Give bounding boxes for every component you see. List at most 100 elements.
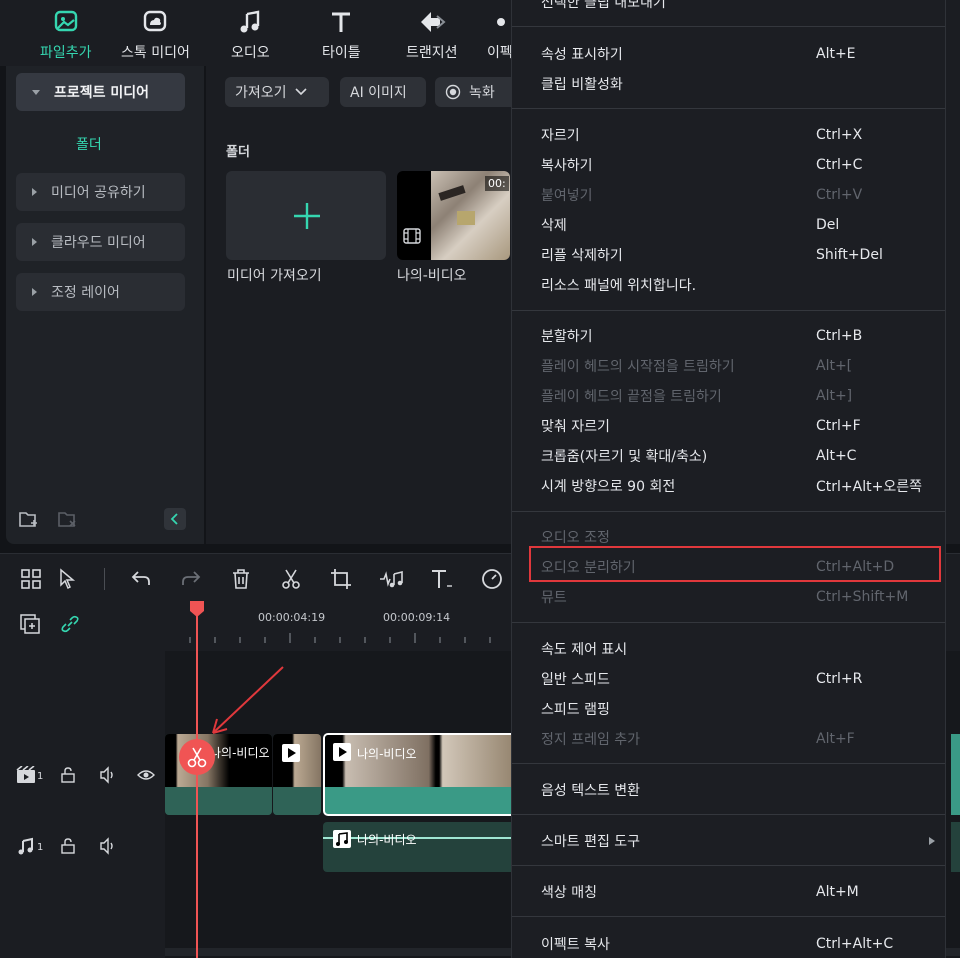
menu-divider (512, 26, 945, 27)
lock-icon[interactable] (59, 837, 77, 855)
video-clip[interactable] (273, 734, 321, 815)
menu-item-shortcut: Del (816, 217, 840, 233)
tab-transitions[interactable]: 트랜지션 (406, 8, 458, 62)
delete-folder-icon[interactable] (58, 510, 78, 528)
expand-arrow-icon (32, 288, 37, 296)
crop-icon[interactable] (330, 568, 352, 590)
collapse-panel-button[interactable] (164, 508, 186, 530)
record-icon (445, 84, 461, 100)
delete-icon[interactable] (230, 568, 252, 590)
menu-item-label: 속성 표시하기 (541, 47, 623, 63)
menu-item-paste: 붙여넣기 Ctrl+V (541, 181, 941, 209)
menu-item-shortcut: Ctrl+Alt+오른쪽 (816, 479, 922, 495)
add-track-icon[interactable] (20, 614, 40, 634)
menu-divider (512, 622, 945, 623)
split-button[interactable] (179, 739, 215, 775)
tab-stock-media[interactable]: 스톡 미디어 (121, 8, 190, 62)
sidebar-item-adjustment-layer[interactable]: 조정 레이어 (16, 273, 185, 311)
audio-edit-icon[interactable] (378, 568, 406, 590)
volume-icon[interactable] (99, 766, 117, 784)
undo-icon[interactable] (130, 568, 152, 590)
menu-item-label: 스피드 램핑 (541, 702, 610, 718)
menu-item-label: 정지 프레임 추가 (541, 732, 641, 748)
tab-audio[interactable]: 오디오 (231, 8, 270, 62)
menu-item-rotate-90[interactable]: 시계 방향으로 90 회전 Ctrl+Alt+오른쪽 (541, 472, 941, 500)
menu-item-locate-in-resources[interactable]: 리소스 패널에 위치합니다. (541, 271, 941, 299)
menu-item-shortcut: Alt+M (816, 884, 859, 900)
menu-item-trim-start: 플레이 헤드의 시작점을 트림하기 Alt+[ (541, 352, 941, 380)
video-clip-edge (951, 734, 960, 815)
eye-icon[interactable] (137, 767, 155, 783)
menu-item-label: 복사하기 (541, 158, 593, 174)
menu-item-crop-zoom[interactable]: 크롭줌(자르기 및 확대/축소) Alt+C (541, 442, 941, 470)
menu-item-disable-clip[interactable]: 클립 비활성화 (541, 70, 941, 98)
tab-titles[interactable]: 타이틀 (322, 8, 361, 62)
menu-item-split[interactable]: 분할하기 Ctrl+B (541, 322, 941, 350)
import-label: 가져오기 (235, 85, 287, 101)
menu-item-color-match[interactable]: 색상 매칭 Alt+M (541, 878, 941, 906)
video-duration: 00: (485, 176, 509, 191)
volume-icon[interactable] (99, 837, 117, 855)
clip-label: 나의-비디오 (210, 746, 270, 760)
audio-clip-edge (951, 822, 960, 872)
expand-arrow-icon (32, 188, 37, 196)
menu-item-ripple-delete[interactable]: 리플 삭제하기 Shift+Del (541, 241, 941, 269)
layout-grid-icon[interactable] (20, 568, 42, 590)
submenu-arrow-icon (929, 837, 935, 845)
menu-item-label: 분할하기 (541, 329, 593, 345)
film-icon (403, 228, 421, 244)
record-label: 녹화 (469, 85, 495, 101)
menu-item-copy[interactable]: 복사하기 Ctrl+C (541, 151, 941, 179)
scissors-icon (187, 747, 207, 768)
cloud-icon (144, 10, 167, 32)
menu-item-speech-to-text[interactable]: 음성 텍스트 변환 (541, 776, 941, 804)
menu-item-label: 삭제 (541, 218, 567, 234)
menu-item-export-selected[interactable]: 선택한 클립 내보내기 (541, 0, 941, 16)
playhead-handle-icon[interactable] (190, 601, 204, 617)
thumbnail-detail (457, 211, 475, 225)
link-icon[interactable] (60, 614, 80, 634)
play-icon (282, 744, 300, 762)
tab-label: 타이틀 (322, 45, 361, 61)
playhead-line[interactable] (196, 603, 198, 958)
menu-item-shortcut: Ctrl+R (816, 671, 863, 687)
tab-import-media[interactable]: 파일추가 (40, 8, 92, 62)
chevron-down-icon (294, 88, 307, 96)
redo-icon[interactable] (180, 568, 202, 590)
menu-item-label: 일반 스피드 (541, 672, 610, 688)
plus-icon (294, 203, 320, 229)
select-tool-icon[interactable] (58, 568, 80, 590)
menu-item-shortcut: Alt+] (816, 388, 853, 404)
menu-item-smart-edit-tools[interactable]: 스마트 편집 도구 (541, 827, 941, 855)
text-tool-icon[interactable] (430, 568, 456, 590)
menu-divider (512, 310, 945, 311)
tab-label: 이펙 (487, 45, 513, 61)
sidebar-item-cloud-media[interactable]: 클라우드 미디어 (16, 223, 185, 261)
clip-audio-bar (165, 787, 272, 815)
new-folder-icon[interactable] (19, 510, 39, 528)
menu-item-speed-ramping[interactable]: 스피드 램핑 (541, 695, 941, 723)
menu-item-label: 시계 방향으로 90 회전 (541, 479, 676, 495)
sidebar-item-project-media[interactable]: 프로젝트 미디어 (16, 73, 185, 111)
menu-item-shortcut: Alt+E (816, 46, 856, 62)
lock-icon[interactable] (59, 766, 77, 784)
menu-item-delete[interactable]: 삭제 Del (541, 211, 941, 239)
menu-item-shortcut: Ctrl+X (816, 127, 863, 143)
menu-item-show-properties[interactable]: 속성 표시하기 Alt+E (541, 40, 941, 68)
video-media-card[interactable]: 00: (397, 171, 510, 260)
menu-item-uniform-speed[interactable]: 일반 스피드 Ctrl+R (541, 665, 941, 693)
clip-label: 나의-비디오 (357, 747, 417, 761)
sidebar-item-folder[interactable]: 폴더 (76, 134, 102, 154)
menu-item-speed-control[interactable]: 속도 제어 표시 (541, 635, 941, 663)
menu-item-fit-crop[interactable]: 맞춰 자르기 Ctrl+F (541, 412, 941, 440)
track-headers: 1 1 (0, 603, 165, 958)
import-dropdown[interactable]: 가져오기 (225, 77, 329, 107)
import-media-card[interactable] (226, 171, 386, 260)
scissors-icon[interactable] (280, 568, 302, 590)
ai-image-button[interactable]: AI 이미지 (340, 77, 426, 107)
sidebar-item-share-media[interactable]: 미디어 공유하기 (16, 173, 185, 211)
speed-icon[interactable] (480, 567, 504, 591)
menu-item-cut[interactable]: 자르기 Ctrl+X (541, 121, 941, 149)
menu-item-label: 선택한 클립 내보내기 (541, 0, 666, 11)
menu-item-copy-effect[interactable]: 이펙트 복사 Ctrl+Alt+C (541, 930, 941, 958)
